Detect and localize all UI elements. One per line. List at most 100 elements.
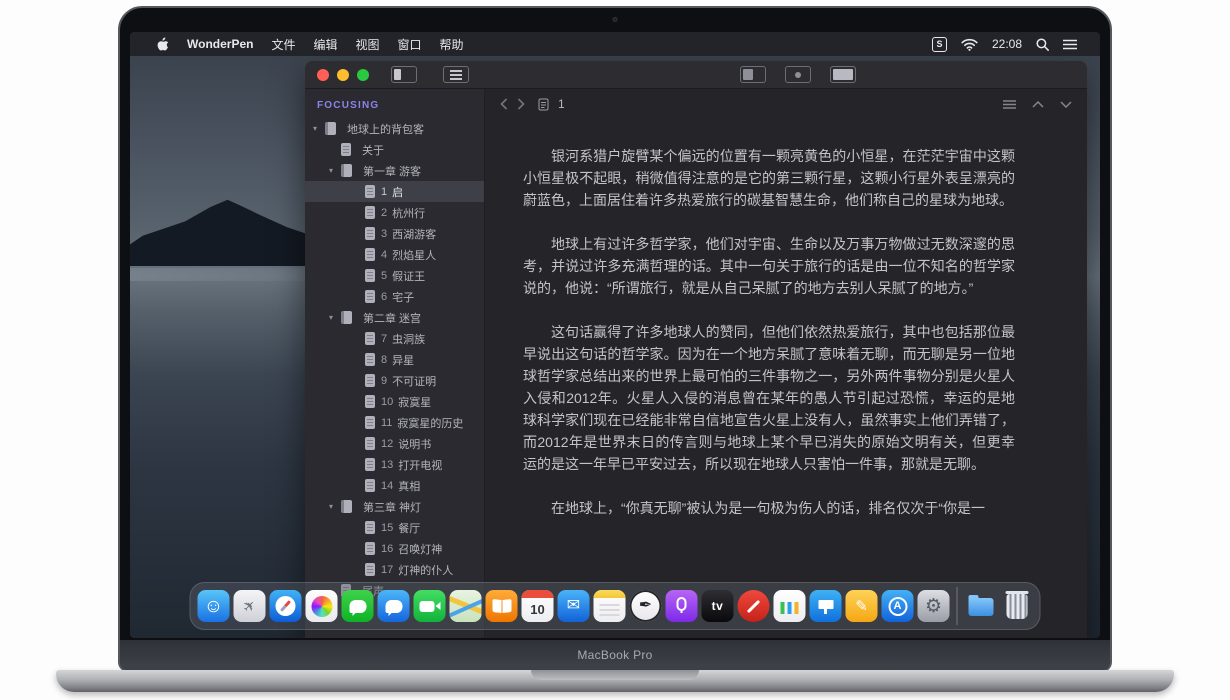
layout-sidebar-view-button[interactable] — [740, 66, 766, 83]
editor-toolbar: 1 — [485, 89, 1087, 119]
notification-center-icon[interactable] — [1063, 39, 1077, 50]
disclosure-triangle-icon[interactable]: ▾ — [329, 313, 341, 322]
nav-back-icon[interactable] — [500, 98, 508, 110]
tree-row[interactable]: ▾ 关于 — [305, 139, 484, 160]
app-glyph: ✉ — [567, 598, 580, 614]
paragraph[interactable]: 在地球上，“你真无聊”被认为是一句极为伤人的话，排名仅次于“你是一 — [523, 497, 1015, 519]
proxy-status-icon[interactable]: S — [932, 37, 947, 52]
wonderpen-dock-icon[interactable]: ✒ — [630, 590, 662, 622]
calendar-dock-icon[interactable]: 10 — [522, 590, 554, 622]
wechat-dock-icon[interactable] — [342, 590, 374, 622]
tree-row[interactable]: ▾ 地球上的背包客 — [305, 118, 484, 139]
disclosure-triangle-icon[interactable]: ▾ — [329, 166, 341, 175]
apple-menu-icon[interactable] — [156, 37, 169, 52]
doc-number: 13 — [381, 459, 393, 471]
minimize-button[interactable] — [337, 69, 349, 81]
toggle-notes-button[interactable] — [443, 66, 469, 83]
window-titlebar[interactable] — [305, 61, 1087, 89]
spotlight-search-icon[interactable] — [1036, 38, 1049, 51]
trash-dock-icon[interactable] — [1001, 590, 1033, 622]
doc-number: 14 — [381, 480, 393, 492]
document-body[interactable]: 银河系猎户旋臂某个偏远的位置有一颗亮黄色的小恒星，在茫茫宇宙中这颗小恒星极不起眼… — [485, 119, 1087, 638]
editor-menu-icon[interactable] — [1003, 100, 1016, 109]
mail-dock-icon[interactable]: ✉ — [558, 590, 590, 622]
titlebar-left-toggles — [391, 66, 469, 83]
app-store-dock-icon[interactable]: A — [882, 590, 914, 622]
paragraph[interactable]: 地球上有过许多哲学家，他们对宇宙、生命以及万事万物做过无数深邃的思考，并说过许多… — [523, 233, 1015, 299]
document-icon — [365, 248, 375, 261]
document-icon — [365, 521, 375, 534]
wonderpen-window: FOCUSING ▾ 地球上的背包客 — [305, 61, 1087, 638]
close-button[interactable] — [317, 69, 329, 81]
tree-row[interactable]: ▾ 第二章 迷宫 — [305, 307, 484, 328]
scroll-top-icon[interactable] — [1032, 101, 1044, 108]
launchpad-dock-icon[interactable]: ✈ — [234, 590, 266, 622]
keynote-dock-icon[interactable] — [810, 590, 842, 622]
tree-row[interactable]: ▾ 17 灯神的仆人 — [305, 559, 484, 580]
tree-row[interactable]: ▾ 16 召唤灯神 — [305, 538, 484, 559]
menu-item[interactable]: 编辑 — [313, 36, 337, 53]
tree-row[interactable]: ▾ 1 启 — [305, 181, 484, 202]
system-preferences-dock-icon[interactable]: ⚙ — [918, 590, 950, 622]
facetime-dock-icon[interactable] — [414, 590, 446, 622]
safari-dock-icon[interactable] — [270, 590, 302, 622]
downloads-folder-dock-icon[interactable] — [965, 590, 997, 622]
tree-row[interactable]: ▾ 第三章 神灯 — [305, 496, 484, 517]
tree-row[interactable]: ▾ 15 餐厅 — [305, 517, 484, 538]
menu-bar-clock[interactable]: 22:08 — [992, 37, 1022, 51]
document-icon — [365, 542, 375, 555]
scroll-bottom-icon[interactable] — [1060, 101, 1072, 108]
zoom-button[interactable] — [357, 69, 369, 81]
tree-row[interactable]: ▾ 9 不可证明 — [305, 370, 484, 391]
podcasts-dock-icon[interactable] — [666, 590, 698, 622]
tree-row[interactable]: ▾ 2 杭州行 — [305, 202, 484, 223]
tree-row[interactable]: ▾ 14 真相 — [305, 475, 484, 496]
qq-dock-icon[interactable] — [378, 590, 410, 622]
pages-dock-icon[interactable]: ✎ — [846, 590, 878, 622]
document-icon — [365, 458, 375, 471]
app-glyph — [276, 596, 296, 616]
disclosure-triangle-icon[interactable]: ▾ — [329, 502, 341, 511]
book-icon — [325, 122, 336, 135]
photos-dock-icon[interactable] — [306, 590, 338, 622]
doc-title: 宅子 — [392, 289, 414, 305]
tree-row[interactable]: ▾ 4 烈焰星人 — [305, 244, 484, 265]
toggle-sidebar-button[interactable] — [391, 66, 417, 83]
menu-item[interactable]: 窗口 — [398, 36, 422, 53]
tree-row[interactable]: ▾ 6 宅子 — [305, 286, 484, 307]
wifi-icon[interactable] — [961, 38, 978, 51]
disclosure-triangle-icon[interactable]: ▾ — [313, 124, 325, 133]
dock-divider[interactable] — [957, 587, 958, 625]
menu-item[interactable]: 帮助 — [440, 36, 464, 53]
tree-row[interactable]: ▾ 10 寂寞星 — [305, 391, 484, 412]
paragraph[interactable]: 这句话赢得了许多地球人的赞同，但他们依然热爱旅行，其中也包括那位最早说出这句话的… — [523, 321, 1015, 475]
paragraph[interactable]: 银河系猎户旋臂某个偏远的位置有一颗亮黄色的小恒星，在茫茫宇宙中这颗小恒星极不起眼… — [523, 145, 1015, 211]
tree-row[interactable]: ▾ 3 西湖游客 — [305, 223, 484, 244]
doc-title: 召唤灯神 — [398, 541, 442, 557]
numbers-dock-icon[interactable] — [774, 590, 806, 622]
maps-dock-icon[interactable] — [450, 590, 482, 622]
app-glyph — [747, 599, 760, 612]
app-menu-title[interactable]: WonderPen — [187, 37, 253, 51]
tree-row[interactable]: ▾ 12 说明书 — [305, 433, 484, 454]
menu-item[interactable]: 文件 — [271, 36, 295, 53]
focus-mode-button[interactable] — [785, 66, 811, 83]
books-dock-icon[interactable] — [486, 590, 518, 622]
tree-row[interactable]: ▾ 5 假证王 — [305, 265, 484, 286]
nav-forward-icon[interactable] — [517, 98, 525, 110]
apple-tv-dock-icon[interactable]: tv — [702, 590, 734, 622]
tree-row[interactable]: ▾ 8 异星 — [305, 349, 484, 370]
tree-row[interactable]: ▾ 13 打开电视 — [305, 454, 484, 475]
doc-number: 16 — [381, 543, 393, 555]
tree-row[interactable]: ▾ 11 寂寞星的历史 — [305, 412, 484, 433]
editor-pane: 1 — [485, 89, 1087, 638]
notes-dock-icon[interactable] — [594, 590, 626, 622]
music-red-dock-icon[interactable] — [738, 590, 770, 622]
menu-item[interactable]: 视图 — [355, 36, 379, 53]
tree-row[interactable]: ▾ 7 虫洞族 — [305, 328, 484, 349]
fullscreen-editor-button[interactable] — [830, 66, 856, 83]
tree-row[interactable]: ▾ 第一章 游客 — [305, 160, 484, 181]
finder-dock-icon[interactable]: ☺ — [198, 590, 230, 622]
doc-title: 寂寞星的历史 — [397, 415, 463, 431]
app-glyph — [818, 600, 833, 609]
